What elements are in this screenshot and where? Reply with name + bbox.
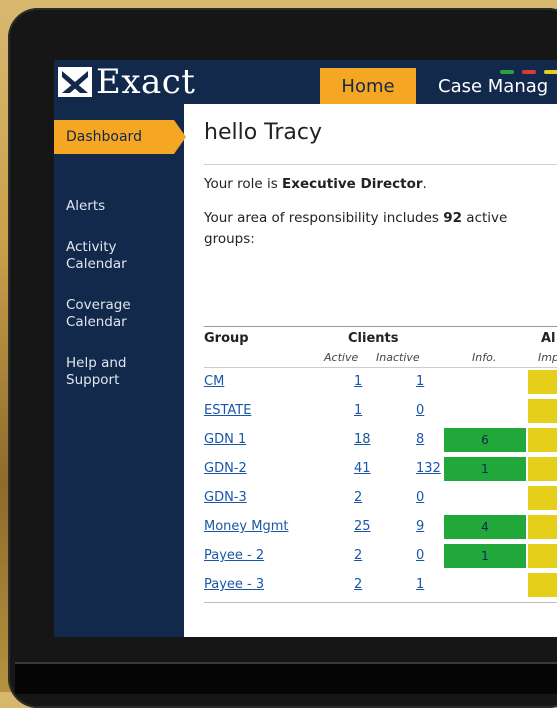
logo-icon [58,67,92,97]
active-count-link[interactable]: 2 [354,490,362,505]
role-value: Executive Director [282,176,423,192]
group-link[interactable]: ESTATE [204,403,251,418]
subheader-info: Info. [472,351,497,364]
subheader-active: Active [324,351,359,364]
table-row: ESTATE 1 0 [204,397,557,426]
sidebar: Dashboard Alerts Activity Calendar Cover… [54,104,186,637]
table-row: CM 1 1 [204,368,557,397]
important-alert-cell[interactable] [528,486,557,510]
sidebar-item-coverage-calendar[interactable]: Coverage Calendar [66,297,176,331]
inactive-count-link[interactable]: 1 [416,374,424,389]
inactive-count-link[interactable]: 9 [416,519,424,534]
status-dot-green [500,70,514,74]
table-row: GDN-3 2 0 [204,484,557,513]
header-group: Group [204,331,249,346]
header-alerts: Al [541,331,556,346]
laptop-base [15,662,557,694]
inactive-count-link[interactable]: 132 [416,461,441,476]
important-alert-cell[interactable] [528,399,557,423]
app-screen: Exact Home Case Manag Dashboard Alerts A… [54,60,557,637]
inactive-count-link[interactable]: 1 [416,577,424,592]
important-alert-cell[interactable] [528,544,557,568]
important-alert-cell[interactable] [528,370,557,394]
sidebar-item-alerts[interactable]: Alerts [66,198,176,215]
important-alert-cell[interactable] [528,457,557,481]
group-link[interactable]: GDN-3 [204,490,247,505]
area-text-line2: groups: [204,231,255,247]
table-top-rule [204,326,557,327]
inactive-count-link[interactable]: 0 [416,490,424,505]
important-alert-cell[interactable] [528,573,557,597]
group-link[interactable]: CM [204,374,224,389]
group-link[interactable]: GDN 1 [204,432,246,447]
logo-text: Exact [96,62,196,102]
sidebar-item-dashboard[interactable]: Dashboard [54,120,174,154]
title-divider [204,164,557,165]
important-alert-cell[interactable] [528,428,557,452]
table-row: Payee - 3 2 1 [204,571,557,600]
active-count-link[interactable]: 41 [354,461,371,476]
inactive-count-link[interactable]: 8 [416,432,424,447]
logo[interactable]: Exact [58,62,196,102]
sidebar-item-activity-calendar[interactable]: Activity Calendar [66,239,176,273]
top-header: Exact Home Case Manag [54,60,557,104]
subheader-inactive: Inactive [376,351,420,364]
table-row: GDN-2 41 132 1 [204,455,557,484]
active-count-link[interactable]: 18 [354,432,371,447]
group-link[interactable]: Payee - 2 [204,548,264,563]
inactive-count-link[interactable]: 0 [416,403,424,418]
active-arrow [174,120,186,154]
inactive-count-link[interactable]: 0 [416,548,424,563]
important-alert-cell[interactable] [528,515,557,539]
active-count-link[interactable]: 1 [354,374,362,389]
status-dot-yellow [544,70,557,74]
area-text: Your area of responsibility includes 92 … [204,210,508,226]
group-link[interactable]: Payee - 3 [204,577,264,592]
subheader-important: Imp [538,351,557,364]
active-count-link[interactable]: 1 [354,403,362,418]
active-count-link[interactable]: 2 [354,548,362,563]
status-dot-red [522,70,536,74]
active-count-link[interactable]: 25 [354,519,371,534]
active-count-link[interactable]: 2 [354,577,362,592]
group-link[interactable]: GDN-2 [204,461,247,476]
info-alert-cell[interactable]: 1 [444,544,526,568]
sidebar-item-help-support[interactable]: Help and Support [66,355,176,389]
role-text: Your role is Executive Director. [204,176,427,192]
tab-home[interactable]: Home [320,68,416,104]
table-bottom-rule [204,602,557,603]
header-clients: Clients [348,331,399,346]
area-count: 92 [443,210,462,226]
table-row: GDN 1 18 8 6 [204,426,557,455]
table-row: Money Mgmt 25 9 4 [204,513,557,542]
info-alert-cell[interactable]: 6 [444,428,526,452]
group-link[interactable]: Money Mgmt [204,519,288,534]
info-alert-cell[interactable]: 4 [444,515,526,539]
page-title: hello Tracy [204,120,323,145]
status-indicators [500,70,557,74]
table-row: Payee - 2 2 0 1 [204,542,557,571]
info-alert-cell[interactable]: 1 [444,457,526,481]
